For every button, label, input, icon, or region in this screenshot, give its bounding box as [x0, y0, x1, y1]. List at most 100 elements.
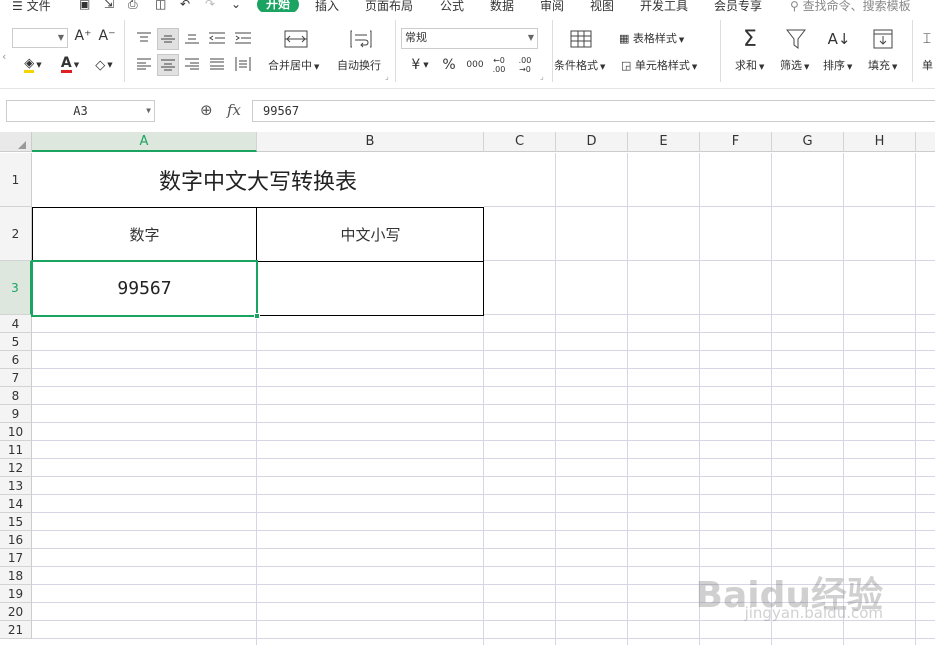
row-header-20[interactable]: 20 — [0, 603, 32, 621]
fill-color-icon[interactable]: ◈ ▼ — [20, 56, 46, 74]
print-icon[interactable]: ⎙ — [128, 0, 138, 12]
row-header-14[interactable]: 14 — [0, 495, 32, 513]
quick-access-dropdown-icon[interactable]: ⌄ — [231, 0, 241, 11]
row-header-5[interactable]: 5 — [0, 333, 32, 351]
row-header-7[interactable]: 7 — [0, 369, 32, 387]
clear-format-icon[interactable]: ◇ ▼ — [90, 56, 118, 74]
row-header-21[interactable]: 21 — [0, 621, 32, 639]
tab-page-layout[interactable]: 页面布局 — [365, 0, 413, 12]
formula-input[interactable]: 99567 — [252, 100, 935, 122]
row-header-8[interactable]: 8 — [0, 387, 32, 405]
cell-a2[interactable]: 数字 — [32, 207, 257, 261]
undo-icon[interactable]: ↶ — [180, 0, 190, 11]
decrease-decimal-icon[interactable]: .00 →0 — [514, 54, 536, 76]
table-style-button[interactable]: ▦ 表格样式 ▼ — [619, 30, 684, 46]
row-header-17[interactable]: 17 — [0, 549, 32, 567]
cell-button[interactable]: 单 — [922, 57, 933, 73]
column-header-c[interactable]: C — [484, 132, 556, 152]
row-header-18[interactable]: 18 — [0, 567, 32, 585]
distributed-align-icon[interactable] — [232, 54, 254, 74]
row-header-15[interactable]: 15 — [0, 513, 32, 531]
font-size-combo[interactable]: ▼ — [12, 28, 68, 48]
tab-review[interactable]: 审阅 — [540, 0, 564, 12]
sort-button[interactable]: 排序 ▼ — [823, 57, 852, 73]
tab-data[interactable]: 数据 — [490, 0, 514, 12]
name-box[interactable]: A3 ▼ — [6, 100, 155, 122]
increase-decimal-icon[interactable]: ←0.00 — [488, 54, 510, 76]
merge-center-icon[interactable] — [282, 28, 310, 50]
zoom-icon[interactable]: ⊕ — [200, 101, 213, 119]
title-cell[interactable]: 数字中文大写转换表 — [32, 153, 484, 207]
cell-style-button[interactable]: ◲ 单元格样式 ▼ — [621, 57, 697, 73]
indent-increase-icon[interactable] — [232, 28, 254, 48]
alignment-dialog-launcher-icon[interactable]: ⌟ — [385, 72, 389, 81]
thousands-separator-icon[interactable]: 000 — [464, 56, 486, 74]
command-search[interactable]: ⚲ 查找命令、搜索模板 — [790, 0, 911, 12]
column-header-h[interactable]: H — [844, 132, 916, 152]
export-icon[interactable]: ⇲ — [104, 0, 114, 11]
column-header-b[interactable]: B — [257, 132, 484, 152]
filter-button[interactable]: 筛选 ▼ — [780, 57, 809, 73]
sum-icon[interactable]: Σ — [738, 26, 762, 52]
tab-member[interactable]: 会员专享 — [714, 0, 762, 12]
row-header-16[interactable]: 16 — [0, 531, 32, 549]
ribbon-scroll-left-icon[interactable]: ‹ — [2, 50, 6, 63]
tab-developer[interactable]: 开发工具 — [640, 0, 688, 12]
indent-decrease-icon[interactable] — [206, 28, 228, 48]
font-color-icon[interactable]: A ▼ — [56, 56, 84, 74]
column-header-g[interactable]: G — [772, 132, 844, 152]
file-menu[interactable]: ☰ 文件 — [12, 0, 51, 12]
fill-button[interactable]: 填充 ▼ — [868, 57, 897, 73]
row-header-10[interactable]: 10 — [0, 423, 32, 441]
row-header-6[interactable]: 6 — [0, 351, 32, 369]
sum-button[interactable]: 求和 ▼ — [735, 57, 764, 73]
column-header-e[interactable]: E — [628, 132, 700, 152]
fx-icon[interactable]: fx — [227, 101, 241, 119]
save-icon[interactable]: ▣ — [79, 0, 90, 11]
justify-icon[interactable] — [206, 54, 228, 74]
number-format-select[interactable]: 常规 ▼ — [401, 28, 538, 49]
sort-icon[interactable]: A↓ — [826, 28, 852, 50]
tab-start[interactable]: 开始 — [257, 0, 299, 12]
column-header-d[interactable]: D — [556, 132, 628, 152]
tab-view[interactable]: 视图 — [590, 0, 614, 12]
cell-icon[interactable]: ⌶ — [920, 28, 934, 50]
percent-icon[interactable]: % — [440, 56, 458, 74]
preview-icon[interactable]: ◫ — [155, 0, 166, 11]
font-shrink-icon[interactable]: A⁻ — [98, 26, 116, 46]
conditional-format-button[interactable]: 条件格式 ▼ — [554, 57, 605, 73]
cell-b3[interactable] — [257, 261, 484, 315]
align-bottom-icon[interactable] — [182, 28, 202, 48]
conditional-format-icon[interactable] — [569, 28, 593, 50]
align-left-icon[interactable] — [134, 54, 154, 74]
wrap-text-icon[interactable] — [348, 28, 374, 50]
align-center-icon[interactable] — [157, 54, 179, 76]
cell-b2[interactable]: 中文小写 — [257, 207, 484, 261]
row-header-3[interactable]: 3 — [0, 261, 32, 315]
redo-icon[interactable]: ↷ — [205, 0, 215, 11]
align-middle-icon[interactable] — [157, 28, 179, 50]
align-top-icon[interactable] — [134, 28, 154, 48]
fill-icon[interactable] — [871, 28, 895, 50]
tab-formula[interactable]: 公式 — [440, 0, 464, 12]
number-format-dialog-launcher-icon[interactable]: ⌟ — [540, 72, 544, 81]
currency-icon[interactable]: ¥ ▼ — [406, 56, 434, 74]
row-header-4[interactable]: 4 — [0, 315, 32, 333]
column-header-f[interactable]: F — [700, 132, 772, 152]
row-header-1[interactable]: 1 — [0, 153, 32, 207]
column-header-i[interactable] — [916, 132, 935, 152]
wrap-text-button[interactable]: 自动换行 — [337, 57, 381, 73]
row-header-12[interactable]: 12 — [0, 459, 32, 477]
select-all-corner[interactable] — [0, 132, 32, 152]
filter-icon[interactable] — [784, 28, 808, 50]
row-header-9[interactable]: 9 — [0, 405, 32, 423]
align-right-icon[interactable] — [182, 54, 202, 74]
fill-handle[interactable] — [254, 313, 260, 319]
column-header-a[interactable]: A — [32, 132, 257, 152]
merge-center-button[interactable]: 合并居中 ▼ — [268, 57, 319, 73]
row-header-11[interactable]: 11 — [0, 441, 32, 459]
row-header-13[interactable]: 13 — [0, 477, 32, 495]
row-header-19[interactable]: 19 — [0, 585, 32, 603]
font-grow-icon[interactable]: A⁺ — [74, 26, 92, 46]
row-header-2[interactable]: 2 — [0, 207, 32, 261]
